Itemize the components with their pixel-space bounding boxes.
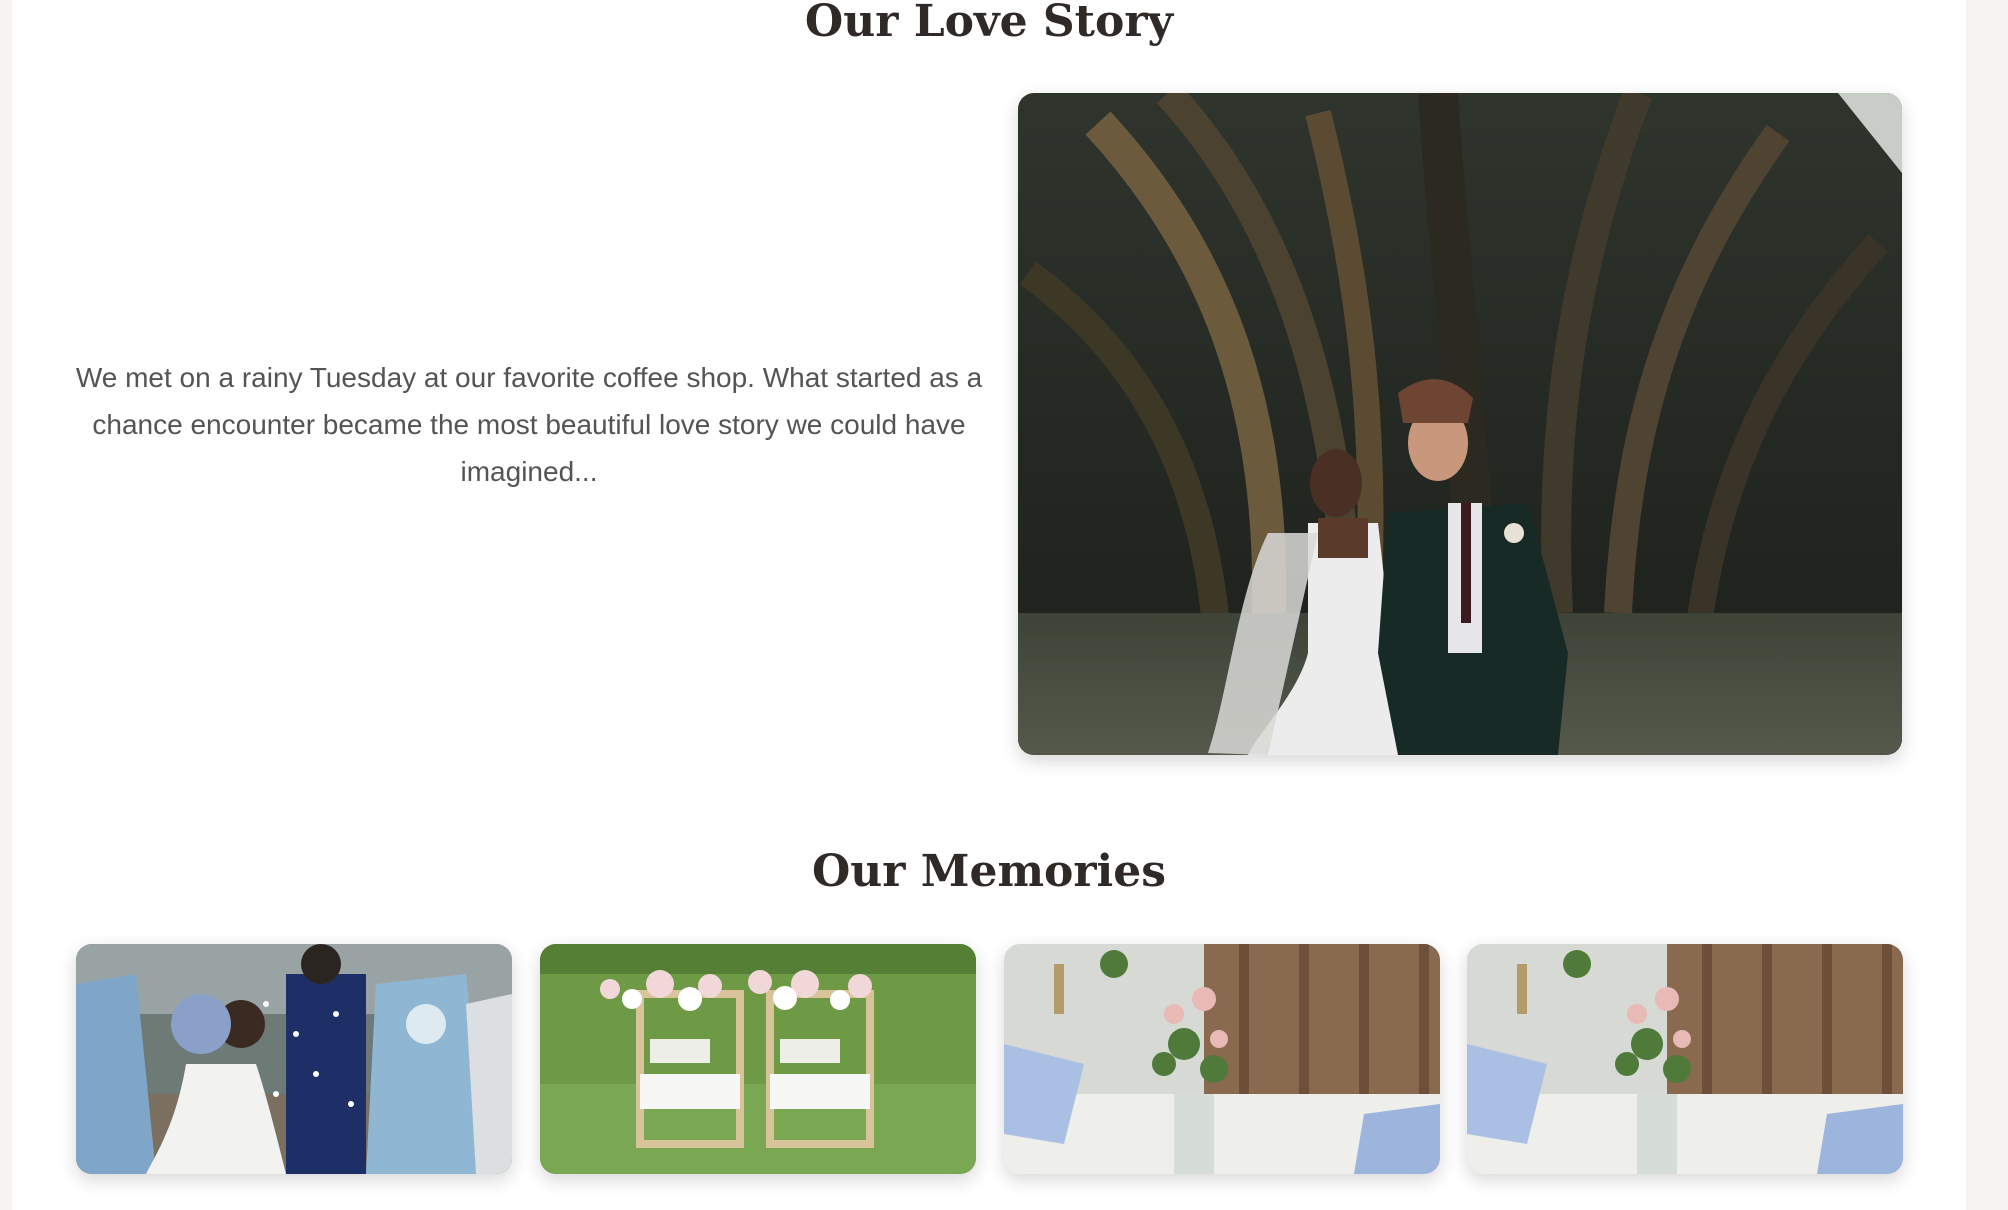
- decorated-chairs-image: [540, 944, 976, 1174]
- gallery-photo-4[interactable]: [1467, 944, 1903, 1174]
- memories-title: Our Memories: [811, 846, 1167, 897]
- floral-table-image: [1467, 944, 1903, 1174]
- couple-photo-image: [1018, 93, 1902, 755]
- petal-toss-image: [76, 944, 512, 1174]
- gallery-photo-2[interactable]: [540, 944, 976, 1174]
- story-text: We met on a rainy Tuesday at our favorit…: [75, 362, 983, 487]
- gallery-photo-3[interactable]: [1004, 944, 1440, 1174]
- page-container: Our Love Story We met on a rainy Tuesday…: [12, 0, 1966, 1210]
- couple-photo: [1018, 93, 1902, 755]
- gallery-photo-1[interactable]: [76, 944, 512, 1174]
- story-title: Our Love Story: [804, 0, 1174, 47]
- floral-table-image: [1004, 944, 1440, 1174]
